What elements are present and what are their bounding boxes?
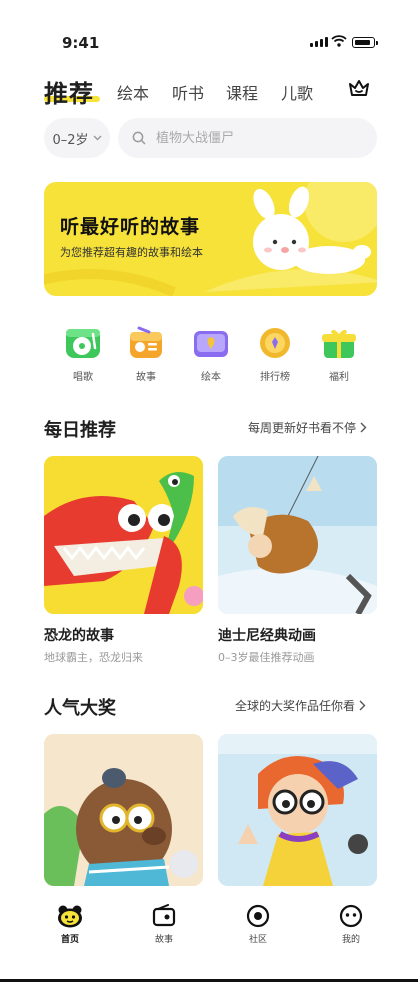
card-bear[interactable] xyxy=(44,734,203,886)
banner-subtitle: 为您推荐超有趣的故事和绘本 xyxy=(60,246,203,259)
card-subtitle: 0–3岁最佳推荐动画 xyxy=(218,651,315,664)
age-filter-dropdown[interactable]: 0–2岁 xyxy=(44,118,110,158)
section-more-label: 全球的大奖作品任你看 xyxy=(235,699,356,713)
bear-illustration xyxy=(44,734,203,886)
quick-icon-ranking[interactable]: 排行榜 xyxy=(253,326,297,383)
tab-recommend[interactable]: 推荐 xyxy=(44,74,94,109)
tab-audio[interactable]: 听书 xyxy=(172,80,204,104)
quick-icon-welfare[interactable]: 福利 xyxy=(317,326,361,383)
quick-icon-label: 绘本 xyxy=(201,372,221,383)
battery-icon xyxy=(352,37,378,48)
section-title-daily: 每日推荐 xyxy=(44,420,116,441)
card-dinosaur[interactable] xyxy=(44,456,203,614)
home-icon xyxy=(58,905,82,928)
section-more-daily[interactable]: 每周更新好书看不停 xyxy=(248,419,367,436)
book-icon xyxy=(194,331,228,357)
wifi-icon xyxy=(331,35,347,47)
girl-illustration xyxy=(218,734,377,886)
medal-icon xyxy=(260,328,290,358)
vip-crown-icon[interactable] xyxy=(348,78,370,98)
card-disney[interactable] xyxy=(218,456,377,614)
quick-icon-sing[interactable]: 唱歌 xyxy=(61,326,105,383)
banner[interactable]: 听最好听的故事 为您推荐超有趣的故事和绘本 xyxy=(44,182,377,296)
record-player-icon xyxy=(66,329,100,358)
nav-profile[interactable]: 我的 xyxy=(331,904,371,945)
disney-illustration xyxy=(218,456,377,614)
tab-course[interactable]: 课程 xyxy=(226,80,258,104)
chevron-right-icon xyxy=(359,700,366,711)
quick-icon-label: 唱歌 xyxy=(73,372,93,383)
nav-home[interactable]: 首页 xyxy=(50,904,90,945)
community-icon xyxy=(246,904,270,928)
search-bar[interactable] xyxy=(118,118,377,158)
tab-picture-book[interactable]: 绘本 xyxy=(117,80,149,104)
chevron-right-icon xyxy=(360,422,367,433)
story-icon xyxy=(152,904,176,927)
search-icon xyxy=(132,131,146,145)
section-more-label: 每周更新好书看不停 xyxy=(248,421,357,435)
quick-icon-picture-book[interactable]: 绘本 xyxy=(189,326,233,383)
chevron-down-icon xyxy=(93,135,102,141)
radio-icon xyxy=(130,326,162,358)
search-input[interactable] xyxy=(154,129,358,147)
dinosaur-illustration xyxy=(44,456,203,614)
nav-label: 故事 xyxy=(154,935,173,945)
nav-label: 我的 xyxy=(341,935,360,945)
status-time: 9:41 xyxy=(62,34,100,52)
banner-illustration xyxy=(44,182,377,296)
quick-icon-story[interactable]: 故事 xyxy=(124,326,168,383)
section-title-awards: 人气大奖 xyxy=(44,698,116,719)
card-title: 恐龙的故事 xyxy=(44,628,114,644)
age-filter-value: 0–2岁 xyxy=(52,132,89,148)
gift-icon xyxy=(322,329,356,358)
profile-icon xyxy=(339,904,363,928)
nav-label: 社区 xyxy=(248,935,267,945)
quick-icon-label: 排行榜 xyxy=(260,372,290,383)
tab-songs[interactable]: 儿歌 xyxy=(281,80,313,104)
quick-icon-label: 故事 xyxy=(136,372,156,383)
section-more-awards[interactable]: 全球的大奖作品任你看 xyxy=(235,697,366,714)
card-subtitle: 地球霸主，恐龙归来 xyxy=(44,651,143,664)
nav-story[interactable]: 故事 xyxy=(144,904,184,945)
banner-title: 听最好听的故事 xyxy=(60,216,201,238)
card-title: 迪士尼经典动画 xyxy=(218,628,316,644)
signal-icon xyxy=(310,37,328,47)
quick-icon-label: 福利 xyxy=(329,372,349,383)
nav-community[interactable]: 社区 xyxy=(238,904,278,945)
card-girl[interactable] xyxy=(218,734,377,886)
nav-label: 首页 xyxy=(60,935,79,945)
